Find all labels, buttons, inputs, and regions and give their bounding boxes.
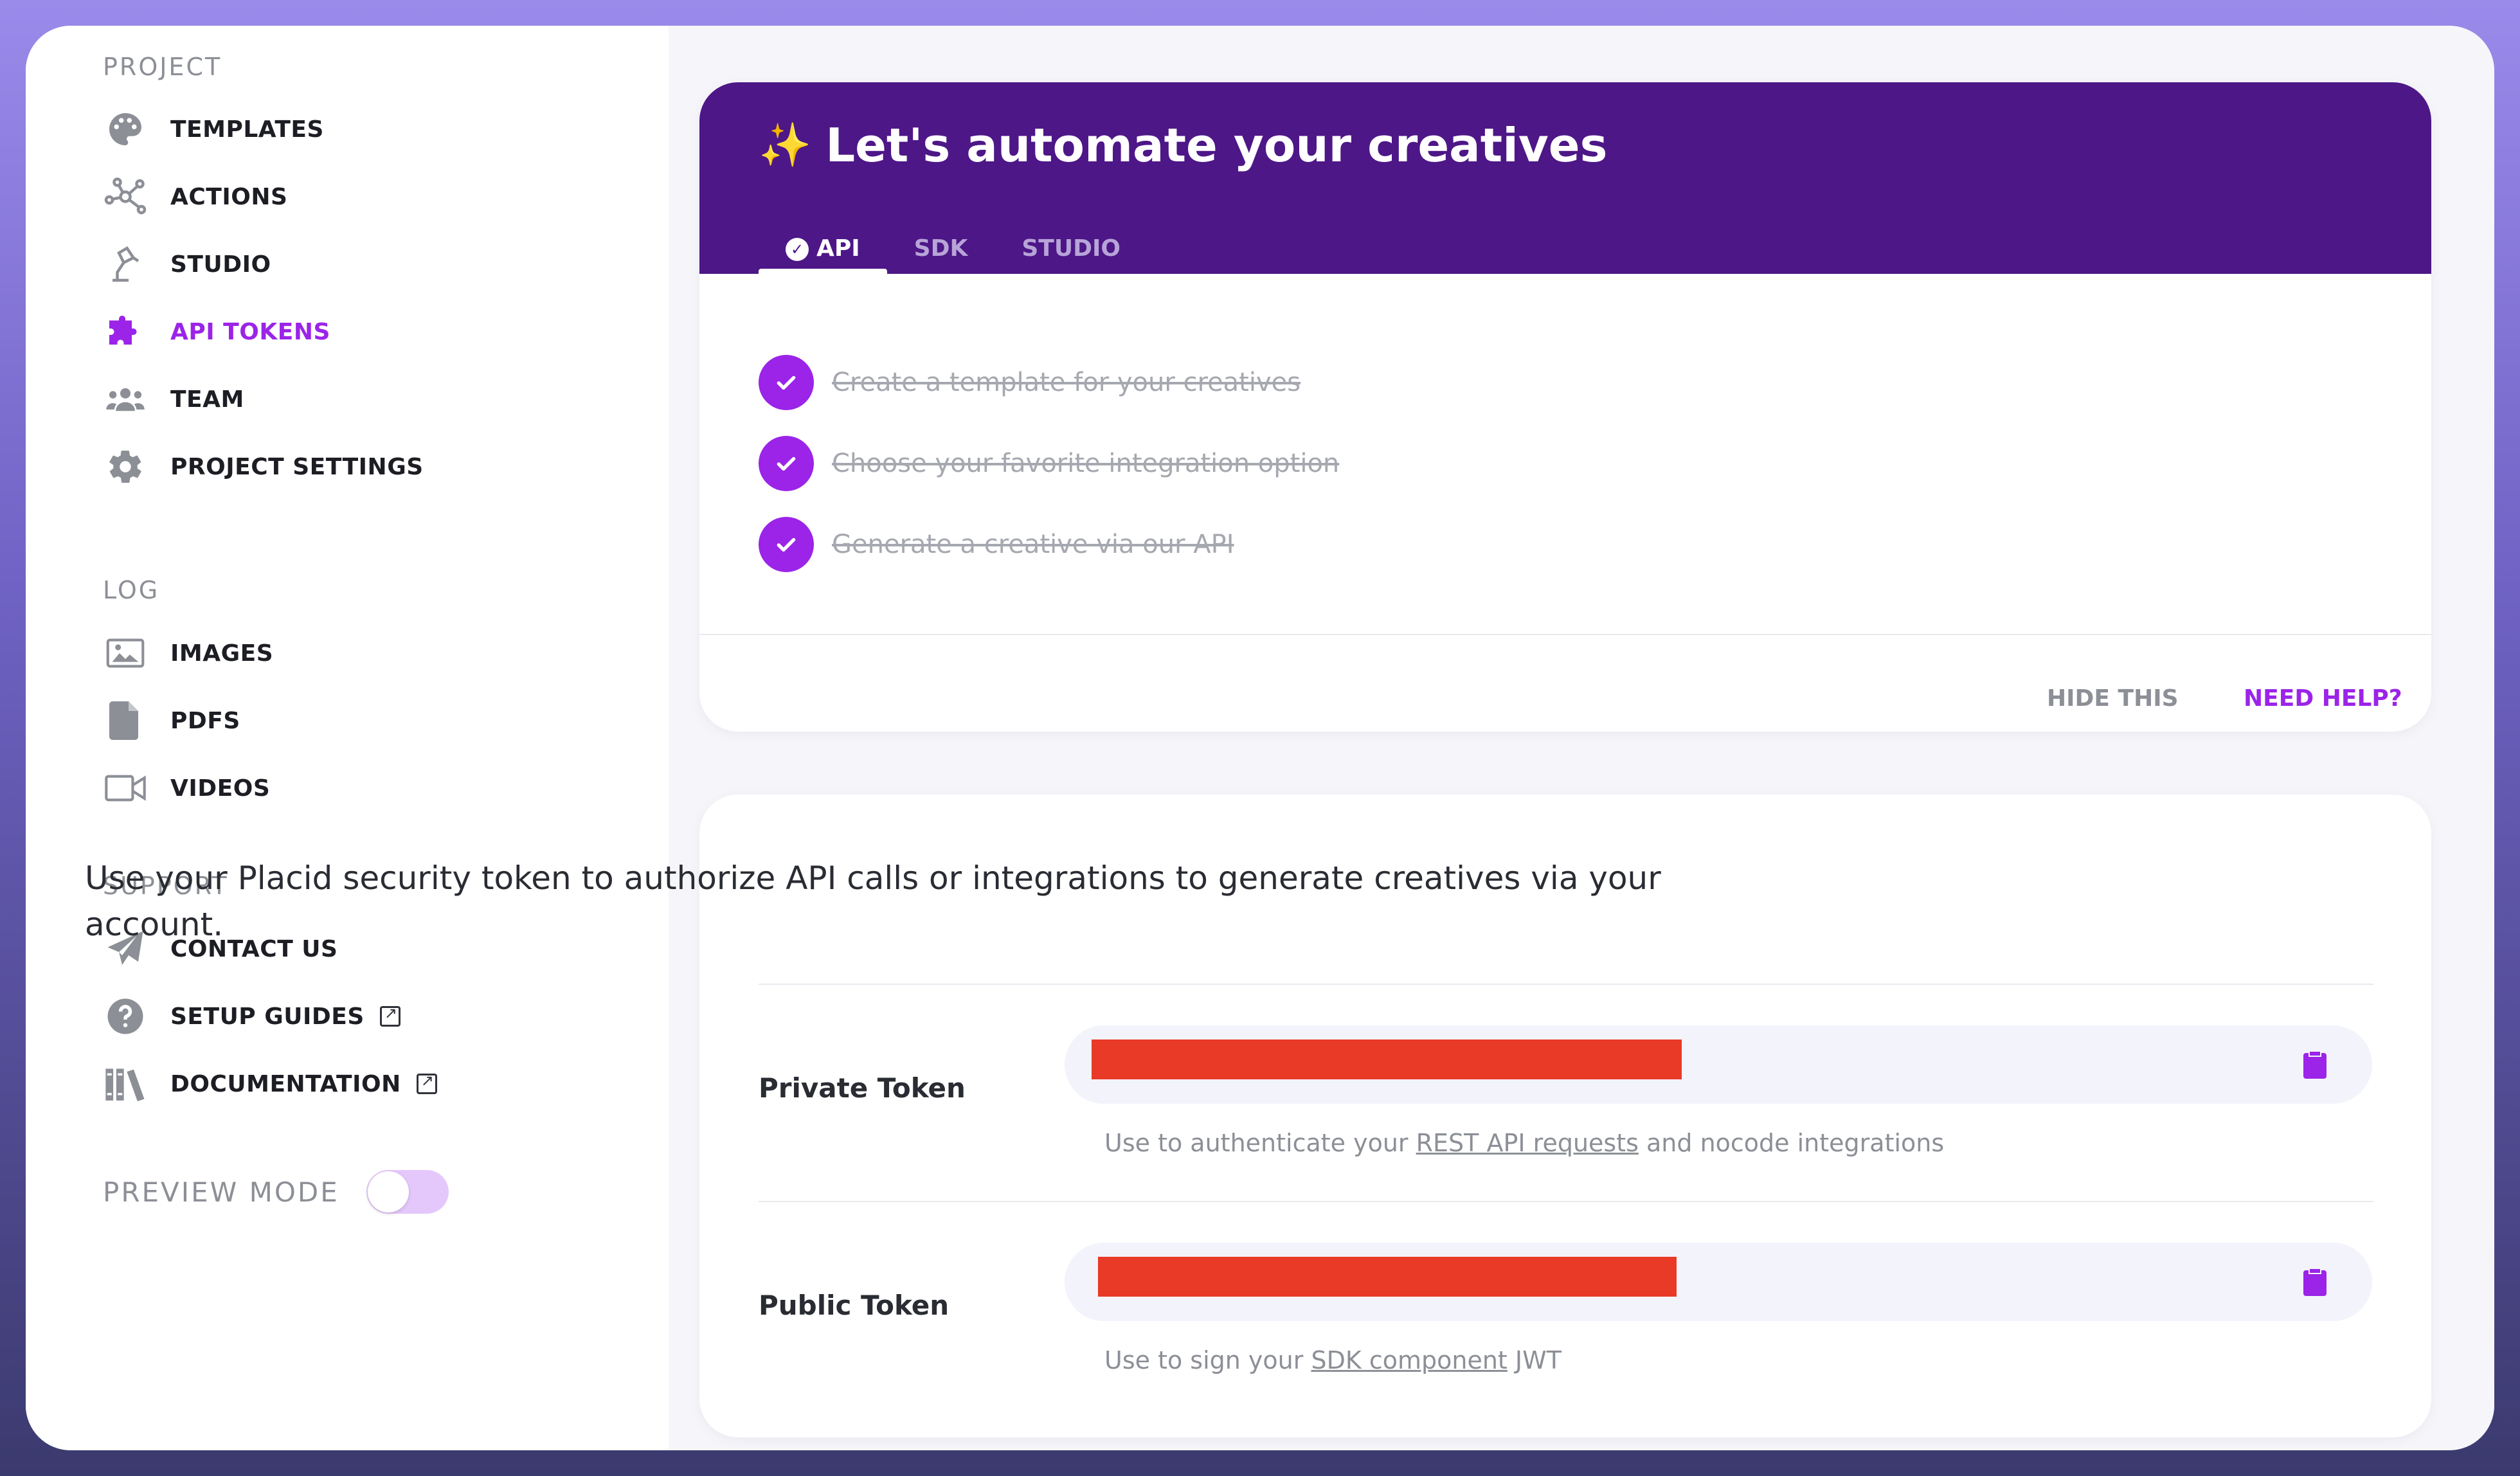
sidebar-item-api-tokens[interactable]: API TOKENS: [103, 309, 330, 354]
redacted-public-token: [1098, 1257, 1677, 1297]
sidebar: PROJECT TEMPLATES ACTIONS STUDIO API TOK…: [26, 26, 669, 1450]
hint-text: JWT: [1507, 1346, 1562, 1374]
check-icon: [759, 436, 814, 491]
public-token-hint: Use to sign your SDK component JWT: [1104, 1346, 1562, 1374]
check-icon: [759, 355, 814, 410]
tab-label: API: [816, 235, 860, 262]
network-icon: [103, 174, 148, 219]
public-token-label: Public Token: [759, 1290, 950, 1321]
sidebar-item-setup-guides[interactable]: SETUP GUIDES: [103, 994, 401, 1039]
tab-studio[interactable]: STUDIO: [995, 235, 1148, 274]
external-link-icon: [416, 1072, 437, 1094]
rest-api-link[interactable]: REST API requests: [1416, 1129, 1639, 1157]
lamp-icon: [103, 242, 148, 287]
preview-mode-toggle[interactable]: [366, 1170, 449, 1214]
file-icon: [103, 698, 148, 743]
tab-label: STUDIO: [1022, 235, 1120, 262]
onboarding-title-text: Let's automate your creatives: [825, 118, 1608, 172]
external-link-icon: [379, 1004, 401, 1027]
sidebar-item-videos[interactable]: VIDEOS: [103, 766, 270, 811]
preview-mode: PREVIEW MODE: [103, 1170, 449, 1214]
hide-this-button[interactable]: HIDE THIS: [2047, 685, 2179, 712]
section-label-log: LOG: [103, 576, 160, 604]
section-label-project: PROJECT: [103, 53, 222, 81]
onboarding-step: Generate a creative via our API: [759, 517, 1234, 572]
sidebar-item-actions[interactable]: ACTIONS: [103, 174, 287, 219]
palette-icon: [103, 107, 148, 152]
sidebar-item-images[interactable]: IMAGES: [103, 631, 273, 676]
sidebar-item-label: IMAGES: [170, 640, 274, 667]
onboarding-card: ✨ Let's automate your creatives ✓ API SD…: [699, 82, 2431, 732]
video-icon: [103, 766, 148, 811]
sparkles-icon: ✨: [759, 120, 812, 170]
private-token-label: Private Token: [759, 1072, 966, 1104]
sidebar-item-label: API TOKENS: [170, 318, 330, 345]
preview-mode-label: PREVIEW MODE: [103, 1176, 339, 1208]
need-help-button[interactable]: NEED HELP?: [2244, 685, 2402, 712]
step-text: Generate a creative via our API: [832, 530, 1234, 559]
sidebar-item-documentation[interactable]: DOCUMENTATION: [103, 1061, 437, 1106]
tokens-intro: Use your Placid security token to author…: [85, 860, 1661, 943]
sidebar-item-label: SETUP GUIDES: [170, 1003, 364, 1030]
puzzle-icon: [103, 309, 148, 354]
hint-text: Use to authenticate your: [1104, 1129, 1416, 1157]
sidebar-item-label: PROJECT SETTINGS: [170, 453, 424, 480]
sidebar-item-label: TEAM: [170, 386, 244, 413]
clipboard-icon[interactable]: [2302, 1049, 2328, 1080]
sdk-component-link[interactable]: SDK component: [1311, 1346, 1507, 1374]
question-icon: [103, 994, 148, 1039]
hint-text: and nocode integrations: [1638, 1129, 1945, 1157]
users-icon: [103, 377, 148, 422]
onboarding-divider: [699, 634, 2431, 635]
sidebar-item-studio[interactable]: STUDIO: [103, 242, 271, 287]
onboarding-title: ✨ Let's automate your creatives: [759, 118, 1608, 172]
image-icon: [103, 631, 148, 676]
sidebar-item-pdfs[interactable]: PDFS: [103, 698, 240, 743]
books-icon: [103, 1061, 148, 1106]
sidebar-item-label: ACTIONS: [170, 183, 288, 210]
hint-text: Use to sign your: [1104, 1346, 1311, 1374]
sidebar-item-label: DOCUMENTATION: [170, 1070, 401, 1097]
tab-sdk[interactable]: SDK: [887, 235, 995, 274]
private-token-field[interactable]: [1065, 1025, 2372, 1104]
sidebar-item-label: TEMPLATES: [170, 116, 324, 143]
sidebar-item-templates[interactable]: TEMPLATES: [103, 107, 324, 152]
onboarding-step: Create a template for your creatives: [759, 355, 1300, 410]
step-text: Choose your favorite integration option: [832, 449, 1340, 478]
redacted-private-token: [1092, 1040, 1682, 1079]
sidebar-item-label: PDFS: [170, 707, 240, 734]
onboarding-tabs: ✓ API SDK STUDIO: [759, 235, 1148, 274]
check-icon: [759, 517, 814, 572]
sidebar-item-project-settings[interactable]: PROJECT SETTINGS: [103, 444, 424, 489]
public-token-field[interactable]: [1065, 1243, 2372, 1321]
gear-icon: [103, 444, 148, 489]
tab-label: SDK: [914, 235, 968, 262]
check-circle-icon: ✓: [786, 238, 809, 261]
sidebar-item-label: STUDIO: [170, 251, 271, 278]
tokens-divider: [759, 984, 2373, 985]
step-text: Create a template for your creatives: [832, 368, 1301, 397]
clipboard-icon[interactable]: [2302, 1266, 2328, 1297]
sidebar-item-team[interactable]: TEAM: [103, 377, 244, 422]
tab-api[interactable]: ✓ API: [759, 235, 887, 274]
sidebar-item-label: VIDEOS: [170, 775, 271, 802]
tokens-divider: [759, 1201, 2373, 1202]
onboarding-step: Choose your favorite integration option: [759, 436, 1339, 491]
onboarding-header: ✨ Let's automate your creatives ✓ API SD…: [699, 82, 2431, 274]
toggle-knob: [367, 1171, 409, 1212]
private-token-hint: Use to authenticate your REST API reques…: [1104, 1129, 1944, 1157]
app-window: PROJECT TEMPLATES ACTIONS STUDIO API TOK…: [26, 26, 2494, 1450]
